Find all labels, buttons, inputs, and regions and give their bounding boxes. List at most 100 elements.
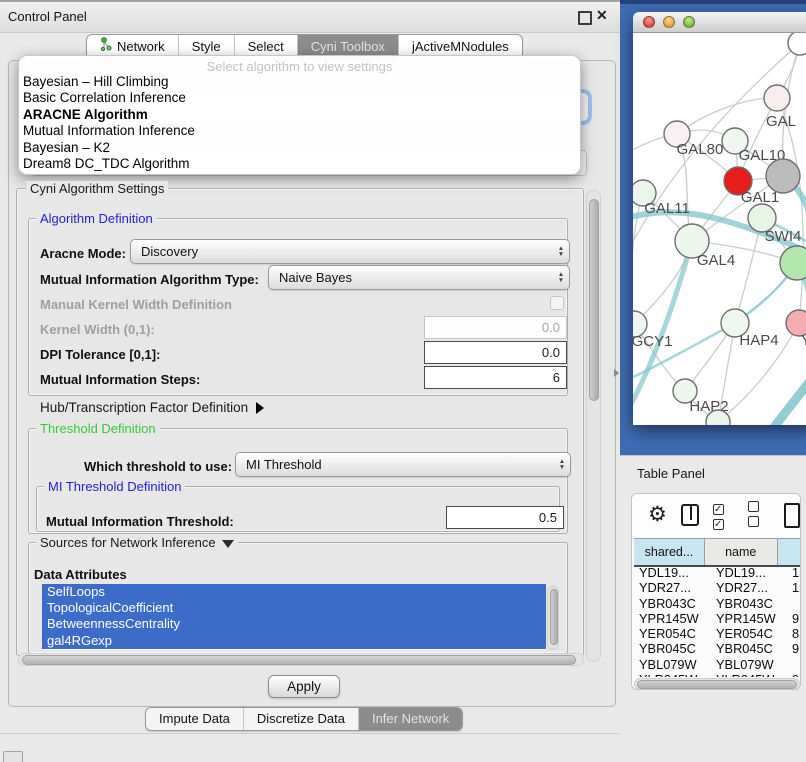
column-header-2[interactable] — [778, 539, 801, 565]
split-divider-arrow-icon[interactable] — [614, 369, 619, 377]
zoom-traffic-light[interactable] — [683, 16, 695, 28]
network-node[interactable] — [766, 159, 800, 193]
network-window-titlebar[interactable] — [633, 12, 806, 33]
deselect-all-columns-icon[interactable] — [748, 500, 770, 530]
network-nodes: GALGAL80GAL10GAL1SWI4GAL11GAL4GCY1HAP4YH… — [633, 33, 806, 425]
cell-value: 12 — [792, 580, 801, 595]
attributes-scrollbar[interactable] — [547, 586, 559, 650]
table-horizontal-scrollbar[interactable] — [634, 678, 800, 690]
algorithm-option-mutual-information-inference[interactable]: Mutual Information Inference — [19, 123, 580, 139]
table-rows: YDL19...YDL19...13YDR27...YDR27...12YBR0… — [634, 565, 801, 677]
aracne-mode-label: Aracne Mode: — [40, 246, 126, 261]
gear-icon[interactable]: ⚙ — [648, 505, 667, 525]
data-attributes-list: SelfLoopsTopologicalCoefficientBetweenne… — [42, 584, 546, 650]
app-window: Control Panel ✕ NetworkStyleSelectCyni T… — [0, 0, 806, 762]
mi-type-combo[interactable]: Naive Bayes ▲▼ — [268, 265, 570, 290]
close-icon[interactable]: ✕ — [596, 7, 608, 24]
node-label-y: Y — [801, 332, 806, 349]
attribute-item-topologicalcoefficient[interactable]: TopologicalCoefficient — [42, 600, 546, 616]
cell-name: YBL079W — [712, 657, 792, 672]
tab-impute-data[interactable]: Impute Data — [146, 708, 243, 730]
close-traffic-light[interactable] — [643, 16, 655, 28]
which-threshold-value: MI Threshold — [236, 457, 554, 472]
network-node[interactable] — [780, 246, 806, 280]
manual-kernel-checkbox[interactable] — [550, 296, 564, 310]
manual-kernel-label: Manual Kernel Width Definition — [40, 297, 232, 312]
data-attributes-label: Data Attributes — [34, 567, 127, 582]
mi-steps-field[interactable]: 6 — [424, 366, 567, 389]
stepper-arrows-icon: ▲▼ — [554, 459, 570, 471]
cell-shared-name: YPR145W — [634, 611, 712, 626]
stepper-arrows-icon: ▲▼ — [553, 246, 569, 258]
which-threshold-combo[interactable]: MI Threshold ▲▼ — [235, 452, 571, 477]
node-label-hap4: HAP4 — [739, 332, 778, 349]
select-all-columns-icon[interactable]: ✓✓ — [713, 500, 735, 530]
attribute-item-betweennesscentrality[interactable]: BetweennessCentrality — [42, 616, 546, 632]
mi-threshold-field[interactable]: 0.5 — [446, 506, 564, 529]
tab-infer-network-label: Infer Network — [372, 708, 449, 730]
cell-shared-name: YBR043C — [634, 596, 712, 611]
settings-horizontal-scrollbar[interactable] — [18, 653, 584, 666]
column-header-name[interactable]: name — [705, 539, 778, 565]
cell-name: YLR345W — [712, 672, 792, 677]
network-node-gal[interactable] — [764, 85, 790, 111]
apply-button[interactable]: Apply — [268, 675, 340, 698]
cell-shared-name: YBL079W — [634, 657, 712, 672]
algorithm-option-bayesian-k2[interactable]: Bayesian – K2 — [19, 140, 580, 156]
table-toolbar: ⚙ ✓✓ — [632, 494, 800, 536]
column-header-shared[interactable]: shared... — [634, 539, 705, 565]
dpi-tolerance-field[interactable]: 0.0 — [424, 341, 567, 364]
node-label-gcy1: GCY1 — [633, 333, 672, 350]
table-hscrollbar-thumb[interactable] — [637, 680, 797, 689]
settings-hscrollbar-thumb[interactable] — [22, 655, 576, 665]
tab-infer-network[interactable]: Infer Network — [358, 708, 462, 730]
table-row[interactable]: YBR043CYBR043C — [634, 596, 801, 611]
node-label-swi4: SWI4 — [765, 228, 802, 245]
minimize-traffic-light[interactable] — [663, 16, 675, 28]
cell-name: YER054C — [712, 626, 792, 641]
sources-group-title[interactable]: Sources for Network Inference — [36, 535, 238, 550]
table-row[interactable]: YLR345WYLR345W9. — [634, 672, 801, 677]
tab-discretize-data[interactable]: Discretize Data — [243, 708, 358, 730]
aracne-mode-value: Discovery — [131, 244, 553, 259]
cell-value: 13 — [792, 565, 801, 580]
mi-steps-label: Mutual Information Steps: — [40, 372, 200, 387]
kernel-width-field[interactable]: 0.0 — [424, 316, 567, 339]
table-row[interactable]: YDR27...YDR27...12 — [634, 580, 801, 595]
mi-type-value: Naive Bayes — [269, 270, 553, 285]
table-row[interactable]: YBR045CYBR045C9. — [634, 641, 801, 656]
algorithm-popup-list: Bayesian – Hill ClimbingBasic Correlatio… — [19, 74, 580, 172]
algorithm-option-bayesian-hill-climbing[interactable]: Bayesian – Hill Climbing — [19, 74, 580, 90]
expander-right-icon — [256, 402, 264, 414]
attributes-scrollbar-thumb[interactable] — [550, 589, 558, 645]
hub-definition-expander[interactable]: Hub/Transcription Factor Definition — [40, 400, 264, 415]
network-canvas[interactable]: GALGAL80GAL10GAL1SWI4GAL11GAL4GCY1HAP4YH… — [633, 33, 806, 425]
attribute-item-gal4rgexp[interactable]: gal4RGexp — [42, 633, 546, 649]
cell-value: 8. — [792, 626, 801, 641]
network-window: GALGAL80GAL10GAL1SWI4GAL11GAL4GCY1HAP4YH… — [633, 12, 806, 425]
table-header: shared...name — [634, 538, 801, 567]
docked-panel-grip[interactable] — [3, 751, 23, 762]
table-row[interactable]: YDL19...YDL19...13 — [634, 565, 801, 580]
algorithm-option-dream8-dc-tdc-algorithm[interactable]: Dream8 DC_TDC Algorithm — [19, 156, 580, 172]
table-row[interactable]: YER054CYER054C8. — [634, 626, 801, 641]
export-table-icon[interactable] — [784, 503, 800, 528]
algorithm-option-basic-correlation-inference[interactable]: Basic Correlation Inference — [19, 90, 580, 106]
dpi-tolerance-label: DPI Tolerance [0,1]: — [40, 347, 160, 362]
aracne-mode-combo[interactable]: Discovery ▲▼ — [130, 239, 570, 264]
settings-scrollbar-thumb[interactable] — [589, 199, 599, 401]
node-label-gal80: GAL80 — [677, 141, 724, 158]
algorithm-option-aracne-algorithm[interactable]: ARACNE Algorithm — [19, 107, 580, 123]
settings-vertical-scrollbar[interactable] — [586, 190, 601, 662]
attribute-item-selfloops[interactable]: SelfLoops — [42, 584, 546, 600]
cyni-bottom-tabbar: Impute DataDiscretize Data Infer Network — [145, 707, 463, 731]
cell-shared-name: YDR27... — [634, 580, 712, 595]
cell-shared-name: YER054C — [634, 626, 712, 641]
table-row[interactable]: YBL079WYBL079W — [634, 657, 801, 672]
cell-value: 9. — [792, 611, 801, 626]
stepper-arrows-icon: ▲▼ — [553, 272, 569, 284]
table-row[interactable]: YPR145WYPR145W9. — [634, 611, 801, 626]
float-window-icon[interactable] — [578, 11, 592, 25]
cell-name: YDR27... — [712, 580, 792, 595]
split-columns-icon[interactable] — [681, 504, 699, 526]
